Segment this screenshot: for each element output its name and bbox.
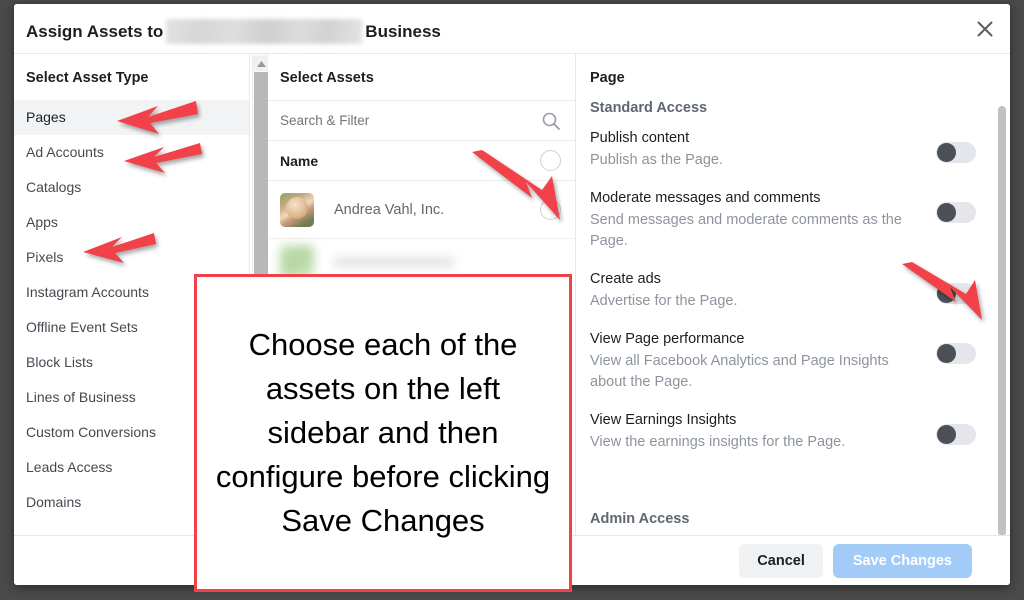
cancel-button[interactable]: Cancel — [739, 543, 823, 578]
sidebar-item-label: Ad Accounts — [26, 144, 104, 160]
permissions-heading: Page — [590, 70, 625, 86]
permission-description: View the earnings insights for the Page. — [590, 434, 846, 450]
permission-row-moderate-messages: Moderate messages and comments Send mess… — [590, 188, 976, 252]
asset-name — [334, 257, 454, 267]
scroll-up-arrow-icon[interactable] — [253, 56, 269, 71]
sidebar-item-label: Catalogs — [26, 179, 82, 195]
search-icon[interactable] — [541, 111, 561, 136]
sidebar-item-label: Apps — [26, 214, 58, 230]
permission-description: View all Facebook Analytics and Page Ins… — [590, 353, 889, 390]
select-assets-heading: Select Assets — [268, 54, 575, 101]
sidebar-item-label: Leads Access — [26, 459, 113, 475]
annotation-arrow-create-ads-toggle — [900, 262, 986, 326]
save-changes-button[interactable]: Save Changes — [832, 543, 972, 578]
dialog-title: Assign Assets to Business — [26, 19, 441, 44]
avatar — [280, 192, 314, 227]
toggle-knob — [937, 425, 956, 444]
annotation-text: Choose each of the assets on the left si… — [215, 327, 551, 538]
toggle-knob — [937, 203, 956, 222]
sidebar-item-label: Block Lists — [26, 354, 93, 370]
toggle-knob — [937, 143, 956, 162]
sidebar-item-label: Instagram Accounts — [26, 284, 149, 300]
annotation-arrow-pixels — [80, 230, 156, 266]
toggle-view-page-performance[interactable] — [936, 343, 976, 364]
toggle-view-earnings-insights[interactable] — [936, 424, 976, 445]
redacted-business-name — [166, 19, 363, 44]
annotation-arrow-ad-accounts — [120, 140, 202, 176]
column-header-name: Name — [280, 152, 319, 169]
annotation-arrow-pages — [112, 98, 198, 138]
toggle-knob — [937, 344, 956, 363]
screen: Assign Assets to Business Select Asset Ty… — [0, 0, 1024, 600]
sidebar-item-label: Pages — [26, 109, 66, 125]
permission-name: Create ads — [590, 271, 661, 287]
sidebar-item-label: Custom Conversions — [26, 424, 156, 440]
permission-description: Advertise for the Page. — [590, 293, 738, 309]
permission-name: Publish content — [590, 130, 690, 146]
annotation-arrow-select-asset — [470, 150, 566, 228]
permission-row-view-earnings-insights: View Earnings Insights View the earnings… — [590, 410, 976, 453]
search-row — [268, 101, 575, 141]
scrollbar-thumb[interactable] — [998, 106, 1006, 535]
dialog-title-prefix: Assign Assets to — [26, 21, 164, 41]
sidebar-item-label: Domains — [26, 494, 82, 510]
permission-name: View Page performance — [590, 331, 745, 347]
permission-name: View Earnings Insights — [590, 412, 737, 428]
permission-description: Publish as the Page. — [590, 152, 724, 168]
close-icon[interactable] — [972, 16, 998, 42]
dialog-header: Assign Assets to Business — [14, 4, 1010, 54]
permissions-section-standard: Standard Access — [590, 100, 708, 116]
permission-row-view-page-performance: View Page performance View all Facebook … — [590, 329, 976, 393]
permissions-section-admin: Admin Access — [590, 511, 690, 527]
toggle-publish-content[interactable] — [936, 142, 976, 163]
permissions-scrollbar[interactable] — [997, 106, 1007, 535]
sidebar-item-label: Pixels — [26, 249, 64, 265]
permission-name: Moderate messages and comments — [590, 190, 821, 206]
sidebar-item-label: Offline Event Sets — [26, 319, 138, 335]
toggle-moderate-messages[interactable] — [936, 202, 976, 223]
dialog-title-suffix: Business — [365, 21, 441, 41]
annotation-callout: Choose each of the assets on the left si… — [194, 274, 572, 592]
sidebar-item-label: Lines of Business — [26, 389, 136, 405]
permission-row-publish-content: Publish content Publish as the Page. — [590, 128, 976, 171]
asset-type-heading: Select Asset Type — [26, 70, 149, 86]
search-input[interactable] — [268, 101, 518, 140]
asset-name: Andrea Vahl, Inc. — [334, 201, 445, 218]
permission-description: Send messages and moderate comments as t… — [590, 212, 902, 249]
